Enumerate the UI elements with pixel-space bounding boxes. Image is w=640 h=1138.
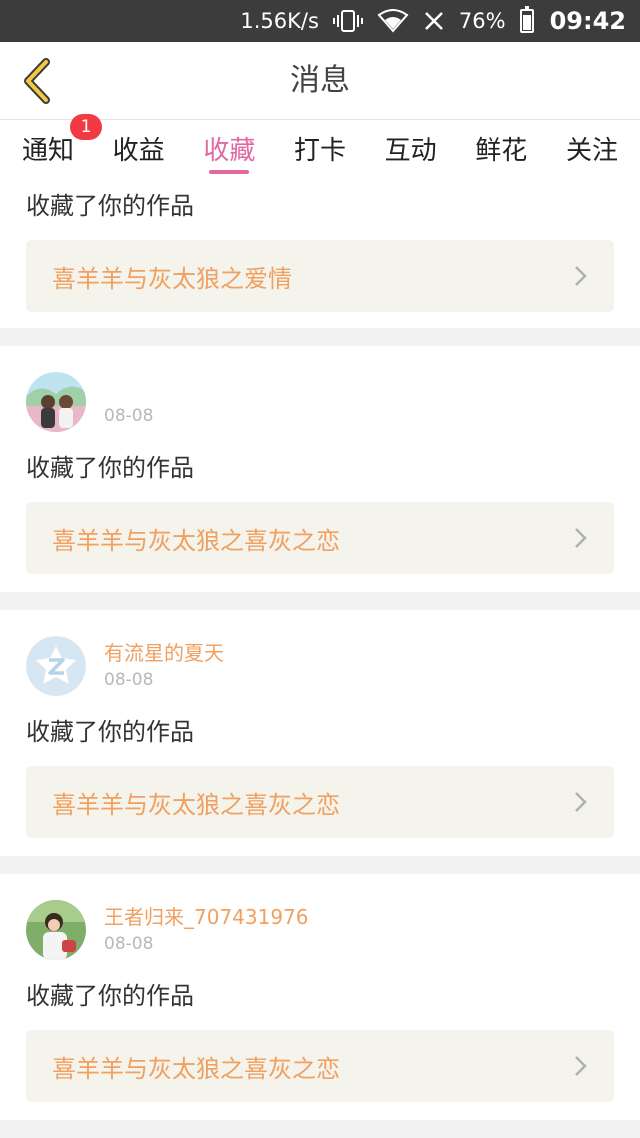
work-link[interactable]: 喜羊羊与灰太狼之喜灰之恋 <box>26 766 614 838</box>
tab-interaction[interactable]: 互动 <box>385 120 437 180</box>
list-item: 有流星的夏天 08-08 收藏了你的作品 喜羊羊与灰太狼之喜灰之恋 <box>0 610 640 856</box>
status-bar: 1.56K/s 76% 09:42 <box>0 0 640 42</box>
tab-label: 关注 <box>565 136 618 166</box>
work-title: 喜羊羊与灰太狼之喜灰之恋 <box>52 526 340 555</box>
tab-label: 收益 <box>112 136 165 166</box>
list-item: 08-08 收藏了你的作品 喜羊羊与灰太狼之喜灰之恋 <box>0 346 640 592</box>
wifi-icon <box>377 9 409 33</box>
user-row[interactable]: 王者归来_707431976 08-08 <box>26 900 614 960</box>
unread-badge: 1 <box>70 114 102 140</box>
tab-flowers[interactable]: 鲜花 <box>475 120 527 180</box>
tab-bar: 通知 1 收益 收藏 打卡 互动 鲜花 关注 <box>0 114 640 180</box>
tab-favorites[interactable]: 收藏 <box>203 120 255 180</box>
tab-label: 收藏 <box>203 136 256 166</box>
work-link[interactable]: 喜羊羊与灰太狼之喜灰之恋 <box>26 1030 614 1102</box>
chevron-right-icon <box>575 528 587 548</box>
avatar[interactable] <box>26 372 86 432</box>
default-avatar-icon[interactable] <box>26 636 86 696</box>
tab-label: 通知 <box>22 136 75 166</box>
action-text: 收藏了你的作品 <box>26 982 194 1010</box>
user-meta: 有流星的夏天 08-08 <box>104 640 224 692</box>
timestamp: 08-08 <box>104 406 154 426</box>
tab-follow[interactable]: 关注 <box>566 120 618 180</box>
user-name[interactable] <box>104 376 153 402</box>
tab-notifications[interactable]: 通知 1 <box>22 114 102 180</box>
user-name[interactable]: 有流星的夏天 <box>104 640 224 666</box>
list-item: 王者归来_707431976 08-08 收藏了你的作品 喜羊羊与灰太狼之喜灰之… <box>0 874 640 1120</box>
work-link[interactable]: 喜羊羊与灰太狼之喜灰之恋 <box>26 502 614 574</box>
user-meta: 08-08 <box>104 376 153 428</box>
chevron-right-icon <box>575 266 587 286</box>
network-speed: 1.56K/s <box>240 9 319 33</box>
message-feed: 收藏了你的作品 喜羊羊与灰太狼之爱情 08-08 收藏了你的作品 喜羊羊与灰太狼… <box>0 180 640 1120</box>
tab-label: 打卡 <box>293 136 346 166</box>
tab-label: 鲜花 <box>475 136 528 166</box>
tab-label: 互动 <box>384 136 437 166</box>
battery-percent: 76% <box>458 9 506 33</box>
user-meta: 王者归来_707431976 08-08 <box>104 904 309 956</box>
timestamp: 08-08 <box>104 670 154 690</box>
user-row[interactable]: 有流星的夏天 08-08 <box>26 636 614 696</box>
action-text: 收藏了你的作品 <box>26 192 194 220</box>
header: 消息 <box>0 42 640 120</box>
user-name[interactable]: 王者归来_707431976 <box>104 904 309 930</box>
chevron-right-icon <box>575 1056 587 1076</box>
user-row[interactable]: 08-08 <box>26 372 614 432</box>
no-signal-icon <box>423 10 445 32</box>
vibrate-icon <box>332 9 363 33</box>
battery-icon <box>519 6 534 33</box>
page-title: 消息 <box>290 63 350 98</box>
work-title: 喜羊羊与灰太狼之喜灰之恋 <box>52 790 340 819</box>
active-tab-indicator <box>209 170 250 174</box>
tab-earnings[interactable]: 收益 <box>113 120 165 180</box>
chevron-right-icon <box>575 792 587 812</box>
avatar[interactable] <box>26 900 86 960</box>
work-title: 喜羊羊与灰太狼之喜灰之恋 <box>52 1054 340 1083</box>
clock: 09:42 <box>549 7 626 35</box>
action-text: 收藏了你的作品 <box>26 718 194 746</box>
tab-checkin[interactable]: 打卡 <box>294 120 346 180</box>
list-item: 收藏了你的作品 喜羊羊与灰太狼之爱情 <box>0 180 640 328</box>
timestamp: 08-08 <box>104 934 154 954</box>
action-text: 收藏了你的作品 <box>26 454 194 482</box>
work-link[interactable]: 喜羊羊与灰太狼之爱情 <box>26 240 614 312</box>
work-title: 喜羊羊与灰太狼之爱情 <box>52 264 292 293</box>
